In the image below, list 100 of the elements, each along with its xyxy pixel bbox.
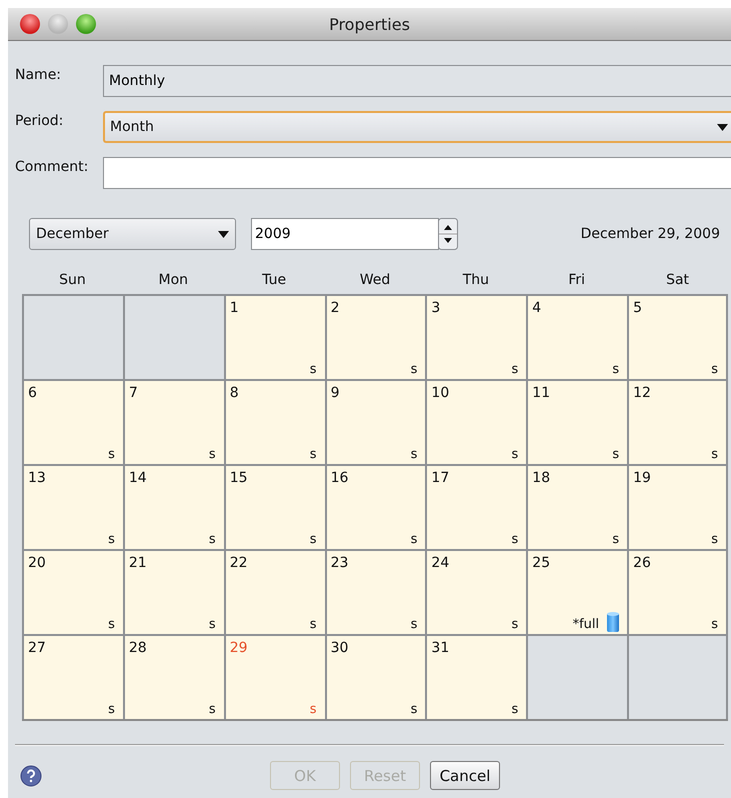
schedule-tag: s xyxy=(410,447,418,462)
day-cell[interactable]: 4 s xyxy=(526,294,628,379)
day-cell[interactable]: 21 s xyxy=(122,549,224,634)
weekday-header: Sun xyxy=(58,272,87,290)
day-cell[interactable]: 2 s xyxy=(324,294,426,379)
schedule-tag: s xyxy=(410,532,418,547)
day-number: 4 xyxy=(532,300,542,316)
schedule-tag: s xyxy=(711,447,718,462)
zoom-button[interactable] xyxy=(76,14,96,34)
period-dropdown[interactable]: Month xyxy=(103,111,731,143)
day-cell[interactable]: 1 s xyxy=(224,294,325,379)
day-cell[interactable]: 16 s xyxy=(324,464,426,549)
weekday-header: Mon xyxy=(158,272,190,290)
day-number: 5 xyxy=(633,300,642,316)
schedule-tag: s xyxy=(612,362,620,377)
day-number: 9 xyxy=(330,385,340,401)
year-field[interactable]: 2009 xyxy=(251,218,439,250)
day-number: 31 xyxy=(431,640,450,656)
schedule-tag: s xyxy=(711,532,718,547)
day-cell[interactable]: 5 s xyxy=(627,294,728,379)
schedule-tag: s xyxy=(310,447,317,462)
schedule-tag: s xyxy=(208,702,216,717)
weekday-header: Thu xyxy=(462,272,490,290)
window-title: Properties xyxy=(329,14,410,34)
day-number: 7 xyxy=(128,385,138,401)
day-number: 8 xyxy=(230,385,239,401)
close-button[interactable] xyxy=(20,14,40,34)
day-number: 28 xyxy=(128,640,147,656)
weekday-header: Wed xyxy=(358,272,392,290)
dialog-button[interactable]: Cancel xyxy=(430,761,500,790)
schedule-tag: s xyxy=(512,702,518,717)
schedule-tag: s xyxy=(310,532,317,547)
day-cell[interactable]: 13 s xyxy=(22,464,123,549)
stepper-icon[interactable] xyxy=(438,218,458,250)
day-cell[interactable]: 12 s xyxy=(627,379,728,464)
day-number: 11 xyxy=(532,385,550,401)
day-number: 19 xyxy=(633,470,651,486)
schedule-tag: s xyxy=(310,617,317,632)
day-number: 6 xyxy=(28,385,37,401)
day-cell[interactable]: 29 s xyxy=(224,634,325,719)
schedule-tag: s xyxy=(410,617,418,632)
day-cell[interactable]: 3 s xyxy=(425,294,526,379)
day-cell[interactable]: 19 s xyxy=(627,464,728,549)
day-cell[interactable]: 28 s xyxy=(122,634,224,719)
day-cell[interactable]: 18 s xyxy=(526,464,628,549)
help-icon[interactable] xyxy=(20,764,42,786)
cylinder-icon xyxy=(607,612,620,632)
schedule-tag: s xyxy=(310,362,317,377)
day-cell[interactable]: 14 s xyxy=(122,464,224,549)
day-cell[interactable]: 11 s xyxy=(526,379,628,464)
day-number: 15 xyxy=(230,470,248,486)
text-field[interactable] xyxy=(103,157,731,189)
schedule-tag: s xyxy=(208,532,216,547)
day-cell[interactable]: 27 s xyxy=(22,634,123,719)
day-cell[interactable]: 22 s xyxy=(224,549,325,634)
day-number: 17 xyxy=(431,470,450,486)
schedule-tag: s xyxy=(410,362,418,377)
day-cell[interactable]: 10 s xyxy=(425,379,526,464)
schedule-tag: s xyxy=(410,702,418,717)
schedule-tag: s xyxy=(108,617,115,632)
day-number: 10 xyxy=(431,385,450,401)
day-cell[interactable]: 20 s xyxy=(22,549,123,634)
schedule-tag: s xyxy=(208,447,216,462)
day-cell[interactable]: 31 s xyxy=(425,634,526,719)
day-number: 16 xyxy=(330,470,348,486)
schedule-tag: s xyxy=(512,532,518,547)
day-number: 27 xyxy=(28,640,46,656)
weekday-header: Sat xyxy=(665,272,690,290)
weekday-header: Fri xyxy=(567,272,586,290)
day-cell[interactable]: 7 s xyxy=(122,379,224,464)
day-cell[interactable]: 17 s xyxy=(425,464,526,549)
schedule-tag: s xyxy=(512,447,518,462)
day-number: 18 xyxy=(532,470,550,486)
day-number: 21 xyxy=(128,555,147,571)
day-cell[interactable]: 25 *full xyxy=(526,549,628,634)
day-cell[interactable]: 24 s xyxy=(425,549,526,634)
text-field[interactable]: Monthly xyxy=(103,65,731,97)
day-cell[interactable]: 26 s xyxy=(627,549,728,634)
day-number: 1 xyxy=(230,300,239,316)
field-label: Period: xyxy=(15,112,64,129)
day-number: 23 xyxy=(330,555,348,571)
day-cell[interactable]: 23 s xyxy=(324,549,426,634)
selected-date: December 29, 2009 xyxy=(580,226,720,242)
day-cell[interactable]: 15 s xyxy=(224,464,325,549)
day-cell[interactable]: 6 s xyxy=(22,379,123,464)
day-number: 24 xyxy=(431,555,450,571)
calendar-dropdown[interactable]: December xyxy=(29,218,236,250)
schedule-tag: s xyxy=(310,702,317,717)
day-cell[interactable]: 30 s xyxy=(324,634,426,719)
schedule-tag: s xyxy=(512,362,518,377)
day-number: 13 xyxy=(28,470,46,486)
day-number: 30 xyxy=(330,640,348,656)
day-cell[interactable]: 8 s xyxy=(224,379,325,464)
caret-icon xyxy=(717,124,728,130)
day-number: 20 xyxy=(28,555,46,571)
day-cell[interactable]: 9 s xyxy=(324,379,426,464)
day-number: 25 xyxy=(532,555,550,571)
day-number: 12 xyxy=(633,385,651,401)
schedule-tag: s xyxy=(711,617,718,632)
day-number: 14 xyxy=(128,470,147,486)
